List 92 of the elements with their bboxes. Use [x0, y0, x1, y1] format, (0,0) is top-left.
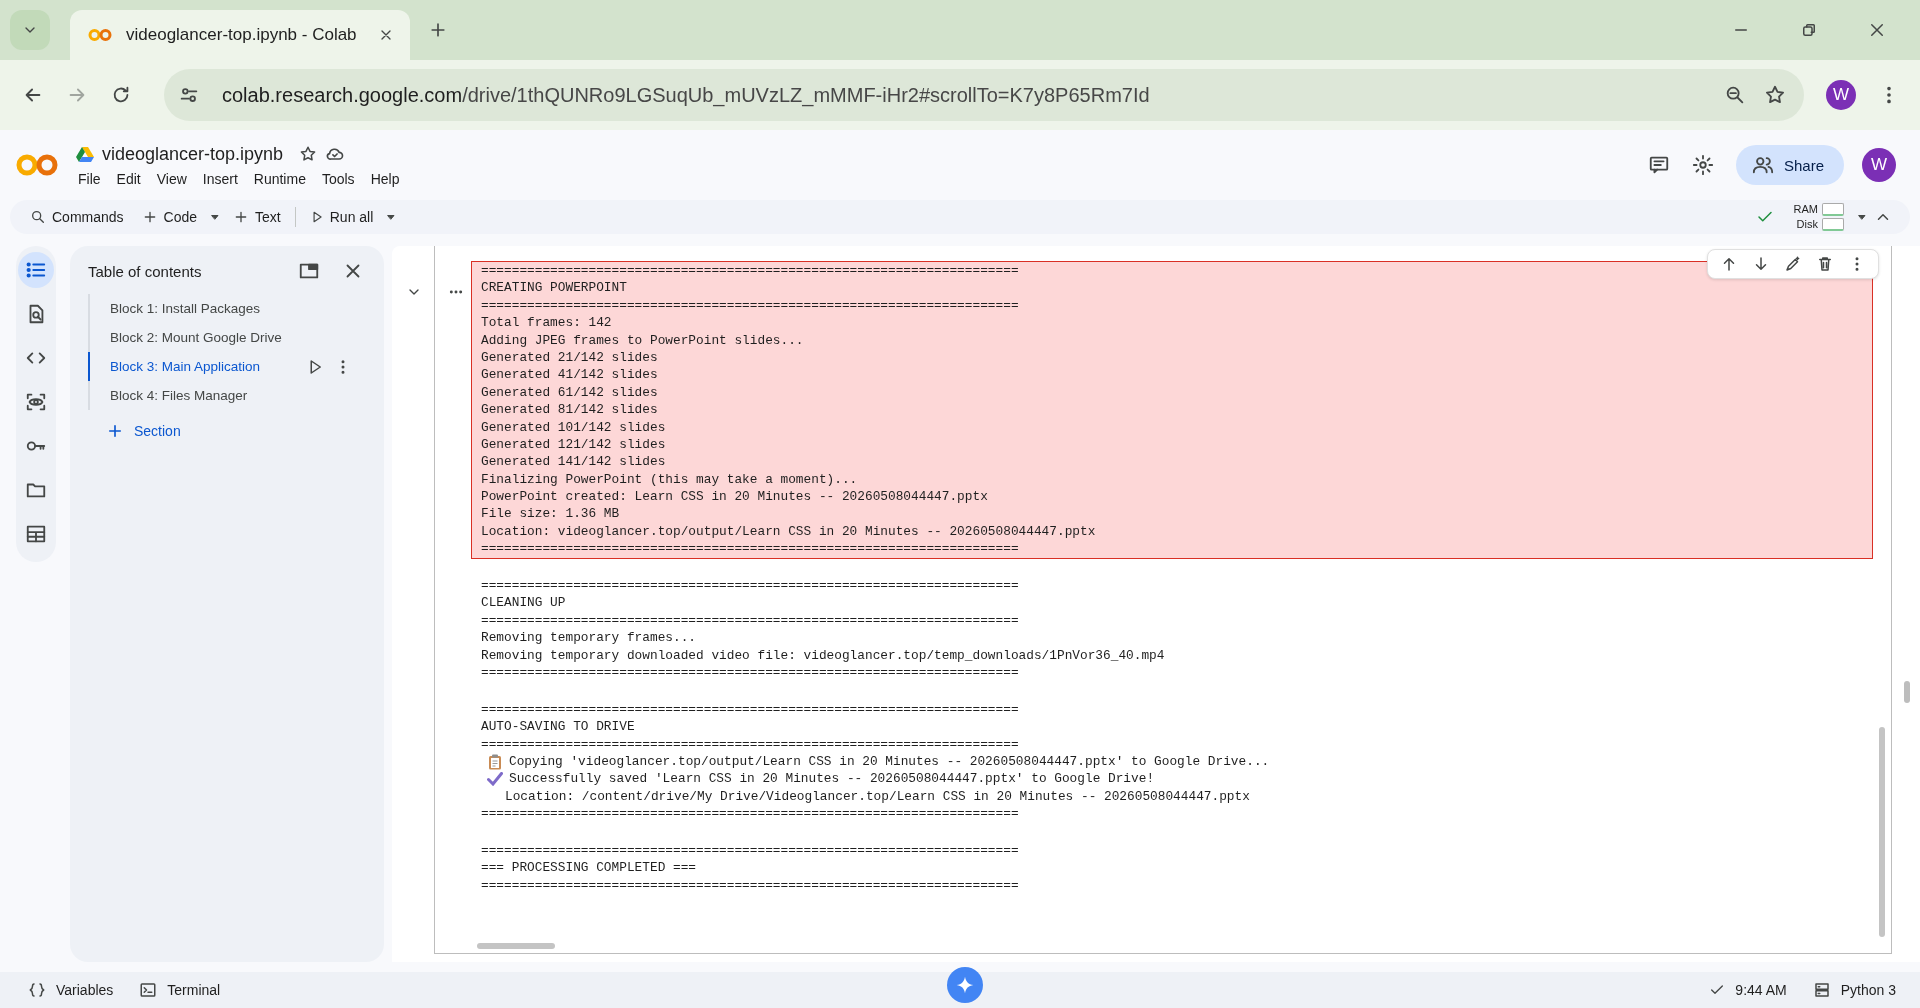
- output-line: Generated 121/142 slides: [481, 435, 666, 454]
- page-scrollbar[interactable]: [1904, 681, 1910, 703]
- output-line: Generated 81/142 slides: [481, 401, 658, 419]
- output-line: ======================================================================: [481, 296, 1019, 315]
- output-line: === PROCESSING COMPLETED ===: [481, 859, 697, 877]
- output-line: Location: videoglancer.top/output/Learn CSS in 20 Minutes -- 20260508044447.pptx: [481, 522, 1096, 541]
- output-line: ======================================================================: [481, 841, 1019, 860]
- account-avatar[interactable]: W: [1862, 148, 1896, 182]
- address-bar[interactable]: colab.research.google.com/drive/1thQUNRo9LGSuqUb_mUVzLZ_mMMF-iHr2#scrollTo=K7y8P65Rm7Id: [164, 69, 1804, 121]
- output-line: AUTO-SAVING TO DRIVE: [481, 718, 635, 736]
- ram-meter: [1822, 203, 1844, 216]
- profile-avatar[interactable]: W: [1826, 80, 1856, 110]
- output-line: ======================================================================: [481, 735, 1019, 753]
- add-section-button[interactable]: Section: [106, 422, 181, 440]
- braces-icon: [28, 981, 46, 999]
- toc-item[interactable]: Block 3: Main Application: [88, 352, 366, 381]
- comments-icon[interactable]: [1647, 154, 1670, 176]
- colab-logo-icon[interactable]: [16, 153, 58, 177]
- delete-icon[interactable]: [1816, 255, 1834, 273]
- tab-title: videoglancer-top.ipynb - Colab: [126, 25, 358, 45]
- people-icon: [1751, 154, 1774, 176]
- menu-item[interactable]: Edit: [116, 170, 141, 187]
- output-line: File size: 1.36 MB: [481, 505, 620, 523]
- add-text-button[interactable]: Text: [227, 205, 287, 229]
- output-line: PowerPoint created: Learn CSS in 20 Minutes -- 20260508044447.pptx: [481, 488, 988, 506]
- disk-meter: [1822, 218, 1844, 231]
- last-run-status[interactable]: 9:44 AM: [1709, 982, 1787, 998]
- horizontal-scrollbar[interactable]: [477, 943, 555, 949]
- drive-icon: [76, 146, 94, 162]
- output-line: Generated 21/142 slides: [481, 348, 658, 367]
- colab-logo-icon: [88, 28, 112, 42]
- server-icon: [1812, 981, 1831, 999]
- output-line: Finalizing PowerPoint (this may take a moment)...: [481, 470, 858, 489]
- check-icon: [487, 772, 503, 786]
- star-icon[interactable]: [299, 145, 318, 163]
- add-code-button[interactable]: Code: [135, 205, 204, 229]
- output-line: ======================================================================: [481, 262, 1019, 280]
- edit-icon[interactable]: [1784, 255, 1802, 273]
- output-line: Copying 'videoglancer.top/output/Learn CSS in 20 Minutes -- 20260508044447.pptx' to Google Drive...: [509, 752, 1270, 771]
- output-line: Generated 61/142 slides: [481, 383, 658, 402]
- plus-icon: [106, 422, 124, 440]
- menu-item[interactable]: Runtime: [253, 170, 306, 187]
- vertical-scrollbar[interactable]: [1879, 727, 1885, 937]
- runtime-status[interactable]: Python 3: [1812, 981, 1896, 999]
- menu-item[interactable]: Help: [370, 170, 400, 187]
- output-line: ======================================================================: [481, 664, 1019, 682]
- variables-button[interactable]: Variables: [28, 981, 114, 999]
- menu-item[interactable]: Tools: [321, 170, 355, 187]
- menu-item[interactable]: Insert: [202, 170, 238, 187]
- output-line: Adding JPEG frames to PowerPoint slides...: [481, 331, 804, 349]
- close-icon[interactable]: [1868, 21, 1886, 39]
- run-all-button[interactable]: Run all: [303, 205, 380, 229]
- restore-icon[interactable]: [1800, 21, 1818, 39]
- notebook-title[interactable]: videoglancer-top.ipynb: [102, 143, 284, 165]
- browser-tab[interactable]: videoglancer-top.ipynb - Colab: [70, 10, 410, 60]
- disk-label: Disk: [1796, 217, 1818, 232]
- commands-button[interactable]: Commands: [24, 205, 130, 229]
- share-button[interactable]: Share: [1735, 145, 1844, 185]
- output-line: ======================================================================: [481, 700, 1019, 719]
- toc-item[interactable]: Block 1: Install Packages: [88, 294, 366, 323]
- zoom-icon[interactable]: [1724, 84, 1746, 106]
- terminal-button[interactable]: Terminal: [139, 981, 221, 999]
- output-line: CLEANING UP: [481, 594, 566, 612]
- output-line: ======================================================================: [481, 577, 1019, 595]
- output-line: Total frames: 142: [481, 314, 612, 332]
- settings-icon[interactable]: [1691, 154, 1714, 176]
- url-path: /drive/1thQUNRo9LGSuqUb_mUVzLZ_mMMF-iHr2#scrollTo=K7y8P65Rm7Id: [462, 83, 1150, 106]
- output-line: Generated 41/142 slides: [481, 366, 658, 384]
- toc-item[interactable]: Block 4: Files Manager: [88, 381, 366, 410]
- output-line: ======================================================================: [481, 540, 1019, 558]
- output-line: ======================================================================: [481, 876, 1019, 895]
- sparkle-button[interactable]: [946, 967, 983, 1003]
- panel-title: Table of contents: [88, 262, 202, 280]
- output-line: ======================================================================: [481, 805, 1019, 823]
- toc-item[interactable]: Block 2: Mount Google Drive: [88, 323, 366, 352]
- output-line: Removing temporary frames...: [481, 629, 697, 647]
- output-line: Generated 101/142 slides: [481, 418, 666, 436]
- clipboard-icon: [488, 753, 502, 770]
- ram-label: RAM: [1793, 202, 1818, 217]
- output-line: Successfully saved 'Learn CSS in 20 Minutes -- 20260508044447.pptx' to Google Drive!: [509, 770, 1155, 788]
- terminal-icon: [139, 981, 158, 999]
- output-line: Removing temporary downloaded video file: videoglancer.top/temp_downloads/1PnVor36_40.mp4: [481, 646, 1165, 664]
- bookmark-star-icon[interactable]: [1764, 84, 1786, 106]
- url-host: colab.research.google.com: [222, 83, 463, 106]
- table-of-contents-icon[interactable]: [18, 252, 54, 288]
- output-line: Generated 141/142 slides: [481, 453, 666, 471]
- menu-item[interactable]: View: [156, 170, 187, 187]
- output-line: Location: /content/drive/My Drive/Videoglancer.top/Learn CSS in 20 Minutes -- 20260508044447.pptx: [504, 787, 1250, 806]
- output-line: ======================================================================: [481, 611, 1019, 630]
- search-icon: [30, 209, 46, 225]
- menu-item[interactable]: File: [78, 170, 101, 187]
- output-line: CREATING POWERPOINT: [481, 279, 627, 297]
